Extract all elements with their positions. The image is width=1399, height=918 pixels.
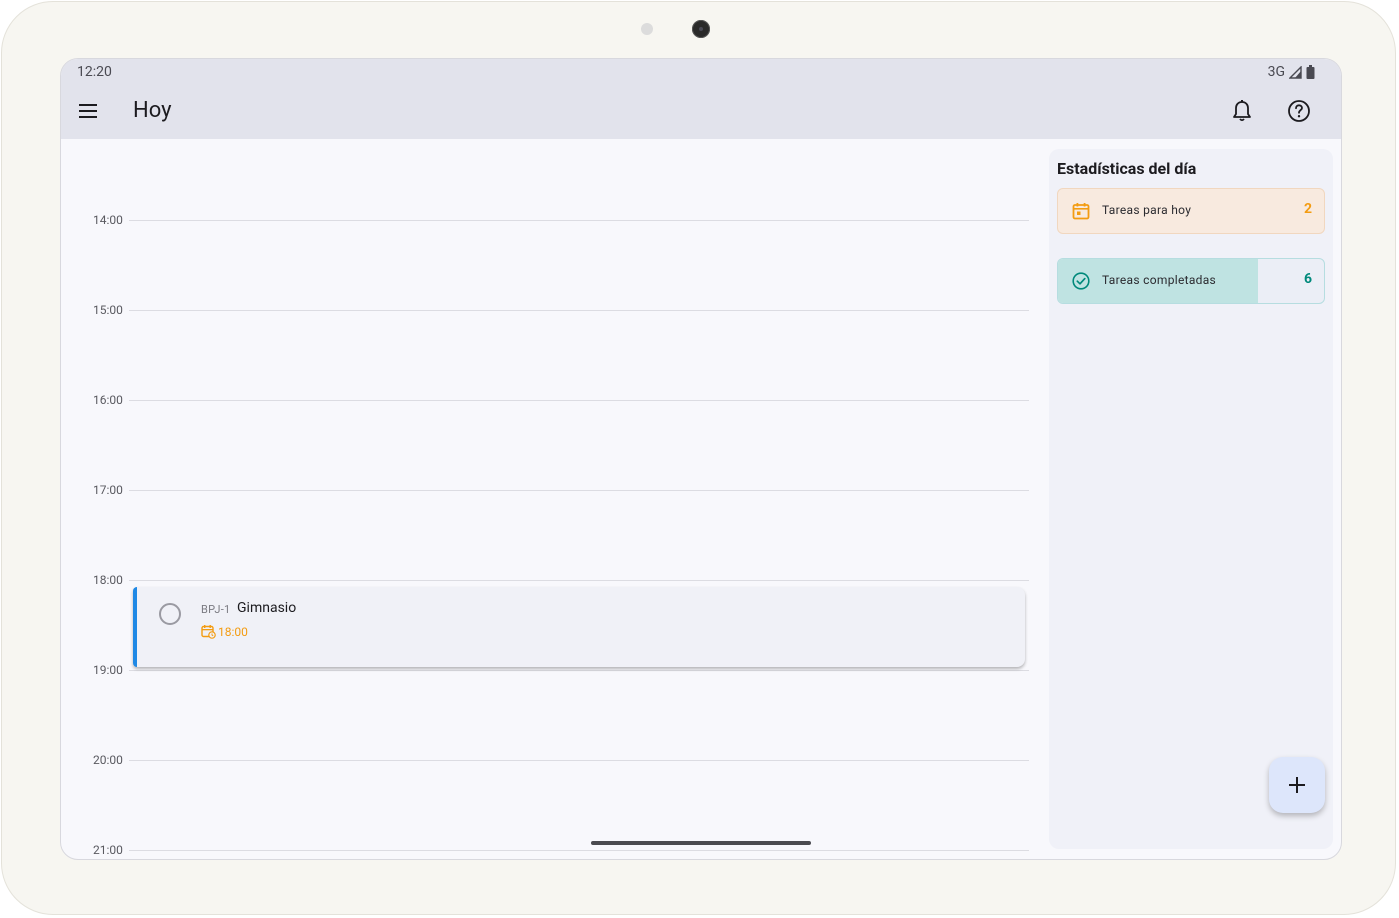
hour-divider <box>129 850 1029 851</box>
task-title: Gimnasio <box>237 600 297 616</box>
page-title: Hoy <box>133 98 172 123</box>
hour-label: 19:00 <box>93 663 123 677</box>
hour-divider <box>129 400 1029 401</box>
hour-row: 17:00 <box>61 483 1031 497</box>
status-time: 12:20 <box>77 64 112 80</box>
task-time: 18:00 <box>201 624 248 639</box>
hour-row: 19:00 <box>61 663 1031 677</box>
hour-label: 15:00 <box>93 303 123 317</box>
calendar-icon <box>1072 203 1090 220</box>
hour-label: 18:00 <box>93 573 123 587</box>
hour-row: 15:00 <box>61 303 1031 317</box>
status-indicators: 3G <box>1268 64 1315 80</box>
hour-divider <box>129 310 1029 311</box>
network-type: 3G <box>1267 64 1285 80</box>
stat-label: Tareas para hoy <box>1102 203 1192 217</box>
add-task-button[interactable] <box>1269 757 1325 813</box>
task-complete-checkbox[interactable] <box>159 603 181 625</box>
hour-divider <box>129 220 1029 221</box>
stat-count: 6 <box>1303 271 1312 287</box>
app-bar: Hoy <box>61 85 1341 139</box>
hour-divider <box>129 670 1029 671</box>
plus-icon <box>1289 777 1305 793</box>
status-bar: 12:20 3G <box>61 59 1341 85</box>
bell-icon[interactable] <box>1231 99 1253 123</box>
stat-tasks-completed[interactable]: Tareas completadas 6 <box>1057 258 1325 304</box>
task-id: BPJ-1 <box>201 603 231 616</box>
stats-title: Estadísticas del día <box>1057 159 1197 178</box>
hour-label: 21:00 <box>93 843 123 857</box>
hour-row: 20:00 <box>61 753 1031 767</box>
hour-label: 17:00 <box>93 483 123 497</box>
hour-label: 14:00 <box>93 213 123 227</box>
help-icon[interactable] <box>1287 99 1311 123</box>
hour-row: 18:00 <box>61 573 1031 587</box>
stat-label: Tareas completadas <box>1102 273 1217 287</box>
hour-divider <box>129 490 1029 491</box>
hour-divider <box>129 580 1029 581</box>
stat-count: 2 <box>1303 201 1312 217</box>
battery-icon <box>1306 65 1315 79</box>
hour-divider <box>129 760 1029 761</box>
stat-tasks-today[interactable]: Tareas para hoy 2 <box>1057 188 1325 234</box>
light-sensor <box>641 23 653 35</box>
hour-row: 14:00 <box>61 213 1031 227</box>
front-camera <box>692 20 710 38</box>
tablet-frame: 12:20 3G Hoy 14:00 15:00 16:00 17:00 18:… <box>1 1 1396 915</box>
menu-icon[interactable] <box>79 103 99 119</box>
check-circle-icon <box>1072 272 1090 290</box>
hour-row: 16:00 <box>61 393 1031 407</box>
hour-row: 21:00 <box>61 843 1031 857</box>
calendar-clock-icon <box>201 625 216 639</box>
stats-panel: Estadísticas del día Tareas para hoy 2 T… <box>1049 149 1333 849</box>
gesture-home-indicator[interactable] <box>591 841 811 845</box>
hour-label: 16:00 <box>93 393 123 407</box>
screen: 12:20 3G Hoy 14:00 15:00 16:00 17:00 18:… <box>60 58 1342 860</box>
signal-icon <box>1289 65 1302 79</box>
day-timeline[interactable]: 14:00 15:00 16:00 17:00 18:00 19:00 20:0… <box>61 139 1031 859</box>
task-card[interactable]: BPJ-1 Gimnasio 18:00 <box>133 587 1025 667</box>
task-time-label: 18:00 <box>218 624 248 639</box>
hour-label: 20:00 <box>93 753 123 767</box>
